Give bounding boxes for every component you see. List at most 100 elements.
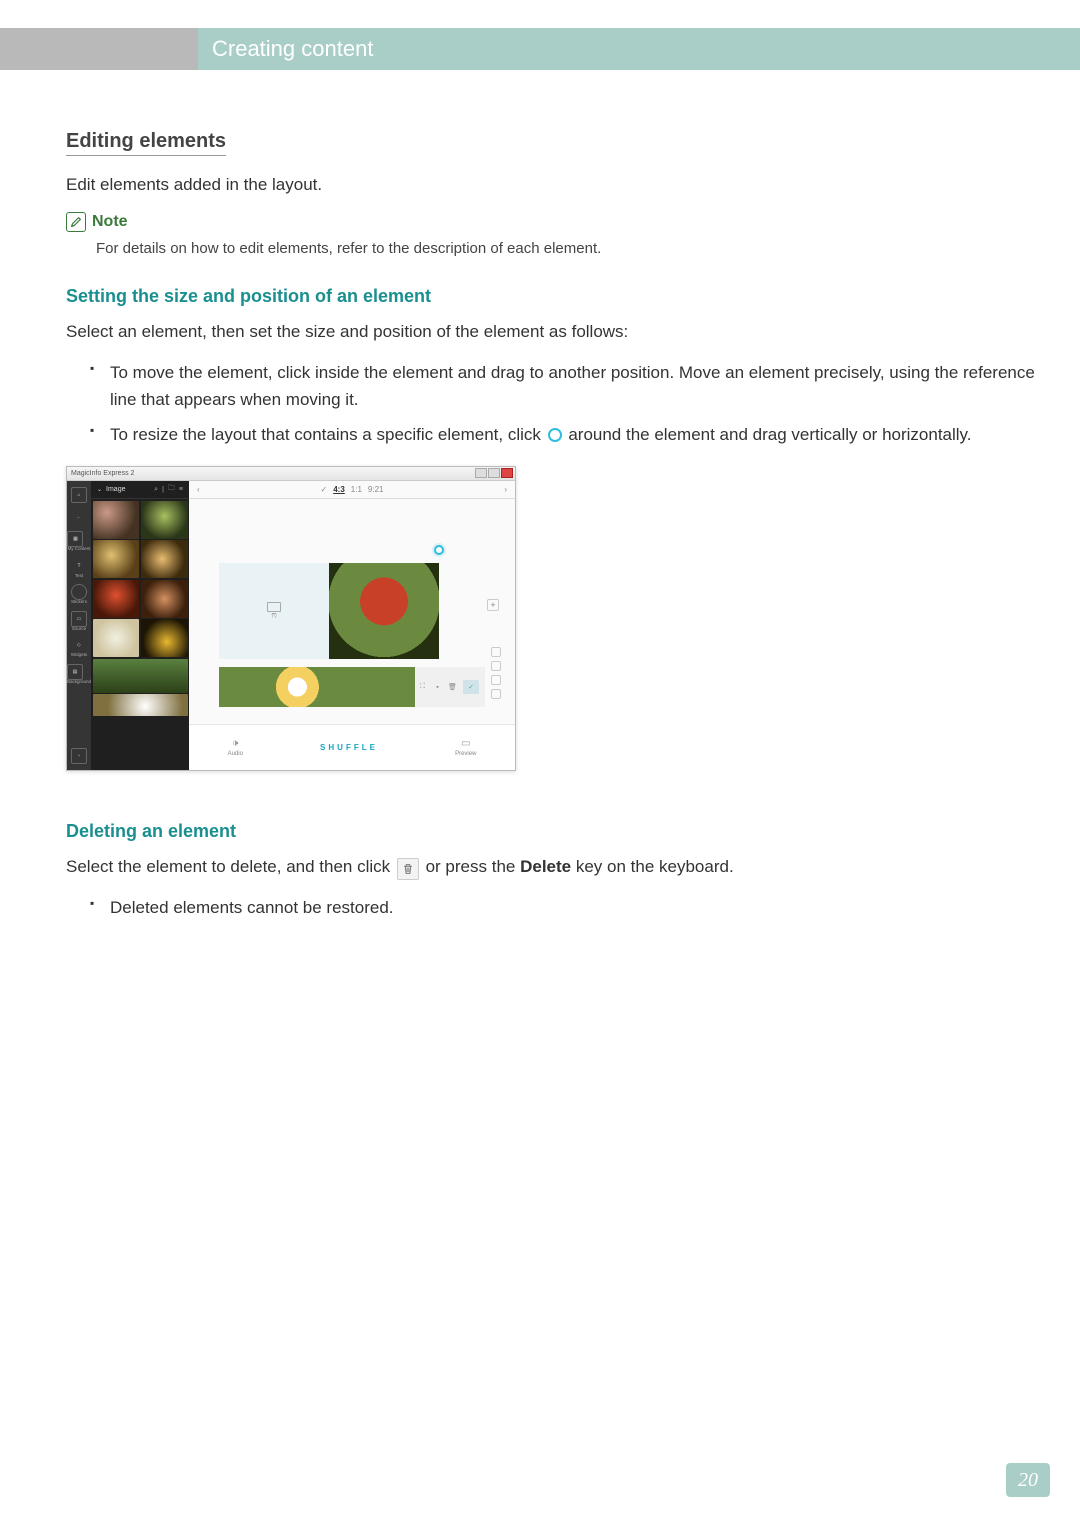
tool-icon[interactable] [491, 647, 501, 657]
trash-icon[interactable]: 🗑 [448, 683, 457, 692]
layout-stage[interactable]: TV [219, 563, 439, 659]
thumbnail[interactable] [93, 540, 140, 578]
delete-line: Select the element to delete, and then c… [66, 854, 1050, 880]
confirm-icon[interactable]: ✓ [463, 680, 479, 694]
shuffle-button[interactable]: SHUFFLE [320, 743, 378, 752]
bullet-resize-post: around the element and drag vertically o… [564, 425, 972, 444]
panel-title: Image [106, 486, 125, 493]
audio-label: Audio [228, 751, 243, 757]
note-label: Note [92, 213, 128, 231]
canvas-toolbar: ‹ ✓ 4:3 1:1 9:21 › [189, 481, 515, 499]
header-title: Creating content [212, 36, 373, 62]
text-label: Text [71, 574, 87, 579]
home-icon[interactable]: ⌂ [71, 487, 87, 503]
right-tool-column [491, 647, 501, 699]
bullet-resize: To resize the layout that contains a spe… [90, 421, 1050, 448]
minimize-icon[interactable] [475, 468, 487, 478]
window-titlebar: MagicInfo Express 2 [67, 467, 515, 481]
stage-wrap: TV + [189, 499, 515, 710]
close-icon[interactable] [501, 468, 513, 478]
thumbnail[interactable] [93, 501, 140, 539]
bullet-resize-pre: To resize the layout that contains a spe… [110, 425, 546, 444]
chevron-right-icon[interactable]: › [504, 485, 507, 494]
ratio-1-1[interactable]: 1:1 [351, 485, 362, 494]
background-icon[interactable]: ▤ [67, 664, 83, 680]
source-icon[interactable]: ▭ [71, 611, 87, 627]
timeline-tools: ⛶ ▪ 🗑 ✓ [415, 667, 485, 707]
check-icon: ✓ [321, 485, 328, 494]
window-title: MagicInfo Express 2 [71, 470, 134, 477]
size-bullets: To move the element, click inside the el… [90, 359, 1050, 449]
app-screenshot: MagicInfo Express 2 ⌂ ← ▦ My Content T T… [66, 466, 516, 771]
timeline-thumbnail[interactable] [219, 667, 415, 707]
expand-icon[interactable]: › [71, 748, 87, 764]
bottom-bar: 🕩 Audio SHUFFLE ▭ Preview [189, 724, 515, 770]
my-content-label: My Content [67, 547, 90, 552]
background-label: Background [67, 680, 91, 685]
stickers-icon[interactable] [71, 584, 87, 600]
delete-key: Delete [520, 857, 571, 876]
add-button[interactable]: + [487, 599, 499, 611]
thumbnail[interactable] [141, 540, 188, 578]
text-icon[interactable]: T [71, 558, 87, 574]
thumbnail[interactable] [93, 580, 140, 618]
resize-handle-icon[interactable] [434, 545, 444, 555]
thumbnail[interactable] [141, 501, 188, 539]
pencil-icon [66, 212, 86, 232]
my-content-icon[interactable]: ▦ [67, 531, 83, 547]
audio-button[interactable]: 🕩 Audio [228, 738, 243, 757]
window-buttons [475, 468, 513, 478]
delete-line-mid: or press the [421, 857, 520, 876]
menu-icon[interactable]: ≡ [179, 486, 183, 493]
layout-slot-tv[interactable]: TV [219, 563, 329, 659]
section-editing-heading: Editing elements [66, 130, 226, 156]
canvas-area: ‹ ✓ 4:3 1:1 9:21 › TV [189, 481, 515, 770]
maximize-icon[interactable] [488, 468, 500, 478]
page-header: Creating content [0, 28, 1080, 70]
thumbnail[interactable] [93, 694, 188, 716]
chevron-left-icon[interactable]: ‹ [197, 485, 200, 494]
thumbnail[interactable] [141, 619, 188, 657]
ratio-9-21[interactable]: 9:21 [368, 485, 384, 494]
resize-handle-icon [548, 428, 562, 442]
thumbnail[interactable] [141, 580, 188, 618]
ratio-4-3[interactable]: 4:3 [333, 485, 345, 494]
speaker-icon: 🕩 [228, 738, 243, 749]
left-rail: ⌂ ← ▦ My Content T Text Stickers ▭ Sourc… [67, 481, 91, 770]
widgets-icon[interactable]: ◇ [71, 637, 87, 653]
page-number-badge: 20 [1006, 1463, 1050, 1497]
tool-icon[interactable] [491, 689, 501, 699]
thumbnail[interactable] [93, 659, 188, 693]
thumbnail-grid [91, 499, 189, 718]
note-text: For details on how to edit elements, ref… [96, 238, 1050, 261]
chevron-down-icon[interactable]: ⌄ [97, 486, 102, 493]
ratio-group: ✓ 4:3 1:1 9:21 [321, 485, 384, 494]
page-content: Editing elements Edit elements added in … [66, 130, 1050, 939]
preview-button[interactable]: ▭ Preview [455, 738, 476, 757]
tool-icon[interactable] [491, 661, 501, 671]
delete-bullets: Deleted elements cannot be restored. [90, 894, 1050, 921]
stickers-label: Stickers [71, 600, 87, 605]
fit-icon[interactable]: ⛶ [418, 683, 427, 692]
copy-icon[interactable]: ▪ [433, 683, 442, 692]
search-icon[interactable]: ⌕ [154, 486, 158, 494]
tool-icon[interactable] [491, 675, 501, 685]
asset-panel: ⌄ Image ⌕ | 🗀 ≡ [91, 481, 189, 770]
delete-line-post: key on the keyboard. [571, 857, 734, 876]
folder-icon[interactable]: 🗀 [168, 484, 175, 495]
section-size-heading: Setting the size and position of an elem… [66, 286, 1050, 307]
thumbnail[interactable] [93, 619, 140, 657]
widgets-label: Widgets [71, 653, 87, 658]
note-head: Note [66, 212, 1050, 232]
layout-slot-image[interactable] [329, 563, 439, 659]
delete-line-pre: Select the element to delete, and then c… [66, 857, 395, 876]
slot-tv-label: TV [271, 614, 277, 620]
note-block: Note For details on how to edit elements… [66, 212, 1050, 261]
section-size-intro: Select an element, then set the size and… [66, 319, 1050, 345]
trash-icon [397, 858, 419, 880]
divider: | [162, 486, 164, 493]
delete-bullet-1: Deleted elements cannot be restored. [90, 894, 1050, 921]
back-icon[interactable]: ← [71, 509, 87, 525]
preview-label: Preview [455, 751, 476, 757]
panel-header: ⌄ Image ⌕ | 🗀 ≡ [91, 481, 189, 499]
